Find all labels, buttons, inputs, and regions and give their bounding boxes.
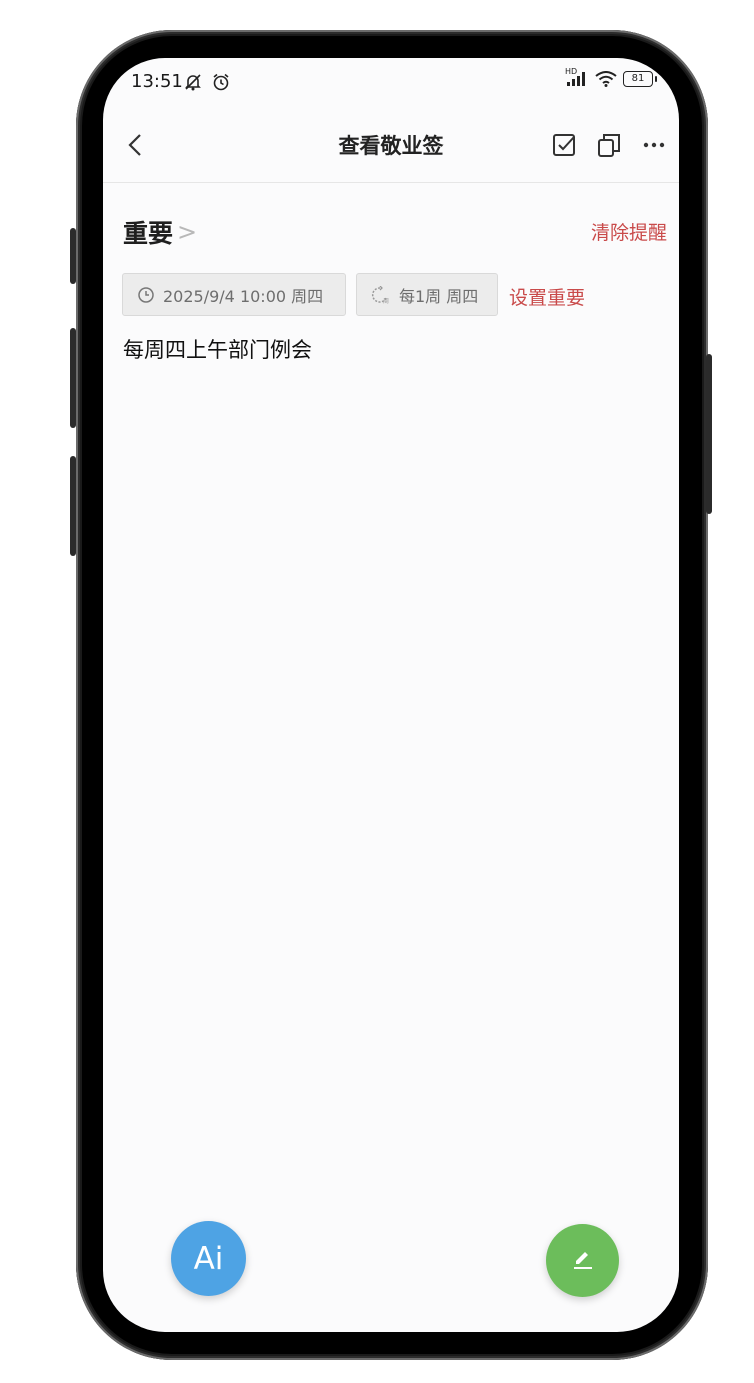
status-time: 13:51 [131,71,183,92]
svg-text:周: 周 [383,298,389,304]
power-button [706,354,712,514]
mute-icon [183,72,203,96]
more-icon[interactable] [639,130,669,160]
repeat-rule-text: 每1周 周四 [399,286,479,306]
set-important-button[interactable]: 设置重要 [509,283,585,310]
ai-button[interactable]: Ai [171,1221,246,1296]
chevron-right-icon: > [177,218,198,246]
checkbox-icon[interactable] [549,130,579,160]
status-bar: 13:51 HD 81 [103,58,679,108]
repeat-icon: 周 [371,285,391,304]
network-label: HD [565,67,578,76]
app-header: 查看敬业签 [103,116,679,183]
volume-button-down [70,456,76,556]
signal-icon: HD [565,67,589,87]
copy-icon[interactable] [594,130,624,160]
phone-screen: 13:51 HD 81 查看敬业签 重要 > 清除提醒 2025/9/4 10:… [103,58,679,1332]
edit-button[interactable] [546,1224,619,1297]
note-content[interactable]: 每周四上午部门例会 [123,334,312,364]
reminder-time-chip[interactable]: 2025/9/4 10:00 周四 [122,273,346,316]
wifi-icon [595,71,617,87]
clock-icon [137,286,155,304]
alarm-icon [211,72,231,96]
edit-icon [570,1246,596,1276]
status-icons: HD 81 [565,67,657,87]
volume-button-top [70,228,76,284]
category-selector[interactable]: 重要 > [123,214,197,250]
page-title: 查看敬业签 [338,134,444,158]
reminder-time-text: 2025/9/4 10:00 周四 [163,286,324,306]
volume-button-up [70,328,76,428]
battery-icon: 81 [623,71,657,87]
category-label: 重要 [123,219,174,248]
clear-reminder-button[interactable]: 清除提醒 [591,218,667,245]
ai-button-label: Ai [193,1240,224,1277]
repeat-rule-chip[interactable]: 周 每1周 周四 [356,273,498,316]
